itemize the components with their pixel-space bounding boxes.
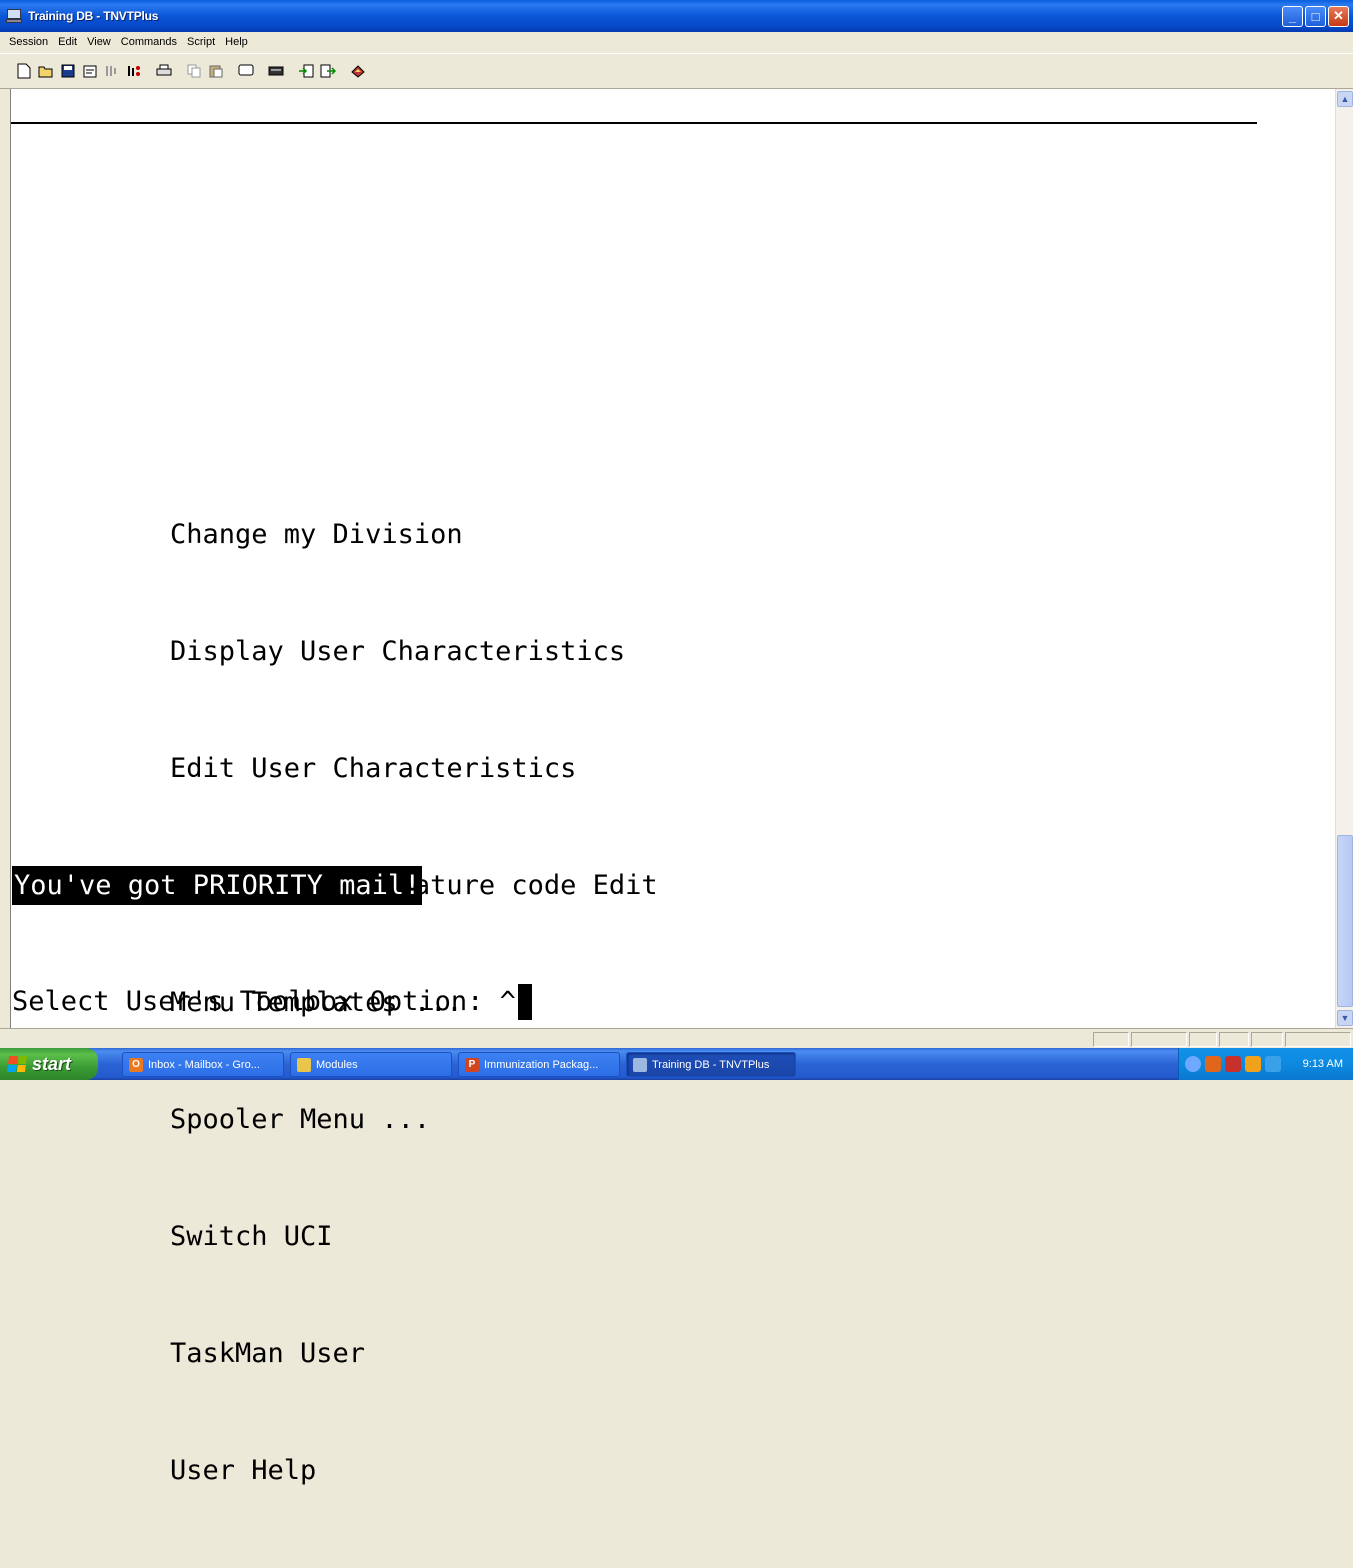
status-cell [1251,1032,1283,1047]
menu-option: Spooler Menu ... [170,1104,431,1135]
new-icon[interactable] [14,61,34,81]
menu-bar: Session Edit View Commands Script Help [0,32,1353,52]
paste-icon[interactable] [206,61,226,81]
start-label: start [32,1053,72,1074]
open-icon[interactable] [36,61,56,81]
system-tray: 9:13 AM [1178,1048,1353,1080]
start-button[interactable]: start [0,1048,98,1080]
menu-option: Display User Characteristics [170,636,626,667]
tray-app-icon[interactable] [1225,1056,1241,1072]
terminal-icon [633,1057,647,1072]
keyboard-icon[interactable] [266,61,286,81]
save-icon[interactable] [58,61,78,81]
menu-option: Edit User Characteristics [170,753,577,784]
priority-mail-notice: You've got PRIORITY mail! [12,866,423,905]
scroll-up-icon[interactable]: ▲ [1337,91,1353,107]
maximize-button[interactable]: □ [1305,5,1326,27]
menu-help[interactable]: Help [220,36,253,48]
tray-app-icon[interactable] [1205,1056,1221,1072]
text-cursor [517,983,532,1020]
screen-icon[interactable] [236,61,256,81]
close-button[interactable]: ✕ [1328,5,1349,27]
taskbar-item-inbox[interactable]: O Inbox - Mailbox - Gro... [122,1052,284,1077]
menu-commands[interactable]: Commands [116,36,182,48]
send-icon[interactable] [318,61,338,81]
menu-option: Change my Division [170,519,463,550]
menu-option: TaskMan User [170,1338,366,1369]
status-cell [1219,1032,1249,1047]
disconnect-icon[interactable] [124,61,144,81]
scroll-thumb[interactable] [1337,835,1353,1007]
status-cell [1093,1032,1129,1047]
copy-icon[interactable] [184,61,204,81]
help-icon[interactable] [348,61,368,81]
window-title: Training DB - TNVTPlus [28,9,159,23]
screen-divider [11,122,1257,124]
taskbar-item-modules[interactable]: Modules [290,1052,452,1077]
taskbar-item-label: Modules [316,1058,358,1071]
status-bar [0,1028,1353,1048]
status-cell [1189,1032,1217,1047]
prompt-text: Select User's Toolbox Option: ^ [12,986,516,1017]
minimize-button[interactable]: _ [1282,5,1303,27]
menu-option: User Help [170,1455,317,1486]
receive-icon[interactable] [296,61,316,81]
connect-icon[interactable] [102,61,122,81]
powerpoint-icon: P [465,1057,479,1072]
status-cell [1131,1032,1187,1047]
windows-logo-icon [6,1056,28,1072]
show-hidden-icons-icon[interactable] [1185,1056,1201,1072]
window-title-bar[interactable]: Training DB - TNVTPlus _ □ ✕ [0,0,1353,32]
vertical-scrollbar[interactable]: ▲ ▼ [1335,89,1353,1028]
taskbar-item-label: Immunization Packag... [484,1058,599,1071]
terminal-screen[interactable]: Change my Division Display User Characte… [10,89,1335,1486]
properties-icon[interactable] [80,61,100,81]
folder-icon [297,1057,311,1072]
menu-script[interactable]: Script [182,36,220,48]
toolbar [0,53,1353,89]
outlook-tray-icon[interactable] [1245,1056,1261,1072]
print-icon[interactable] [154,61,174,81]
menu-view[interactable]: View [82,36,116,48]
taskbar: start O Inbox - Mailbox - Gro... Modules… [0,1048,1353,1080]
taskbar-item-label: Inbox - Mailbox - Gro... [148,1058,260,1071]
command-prompt[interactable]: Select User's Toolbox Option: ^ [12,982,532,1021]
scroll-down-icon[interactable]: ▼ [1337,1010,1353,1026]
menu-option: Switch UCI [170,1221,333,1252]
shield-icon[interactable] [1265,1056,1281,1072]
taskbar-item-training-db[interactable]: Training DB - TNVTPlus [626,1052,796,1077]
taskbar-item-label: Training DB - TNVTPlus [652,1058,770,1071]
terminal-app-icon[interactable] [6,9,22,23]
menu-session[interactable]: Session [4,36,53,48]
menu-edit[interactable]: Edit [53,36,82,48]
status-cell [1285,1032,1351,1047]
clock[interactable]: 9:13 AM [1303,1058,1343,1070]
outlook-icon: O [129,1057,143,1072]
taskbar-item-immunization[interactable]: P Immunization Packag... [458,1052,620,1077]
